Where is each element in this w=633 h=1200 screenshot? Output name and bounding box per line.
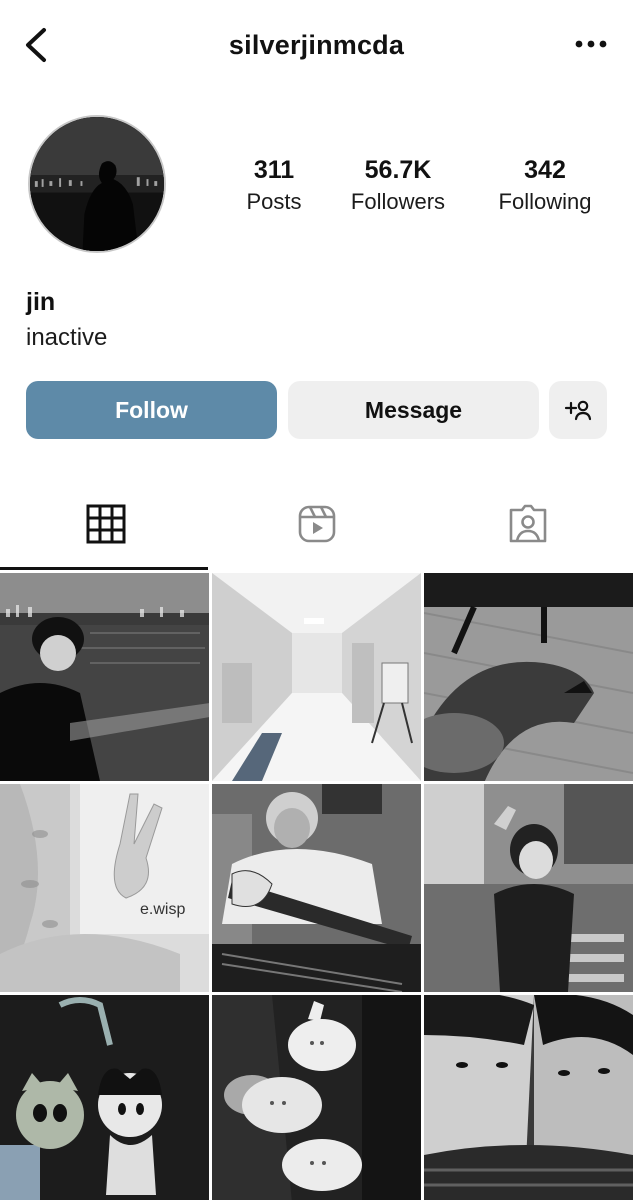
tab-tagged[interactable]: [422, 490, 633, 570]
followers-count: 56.7K: [364, 156, 432, 184]
avatar[interactable]: [28, 115, 166, 253]
post-thumbnail[interactable]: [212, 573, 421, 781]
reels-icon: [298, 505, 335, 543]
svg-text:e.wisp: e.wisp: [140, 901, 185, 918]
bio-text: inactive: [26, 324, 108, 351]
active-tab-indicator: [0, 567, 208, 570]
follow-button[interactable]: Follow: [26, 381, 277, 439]
post-thumbnail[interactable]: [212, 784, 421, 992]
profile-header: silverjinmcda: [0, 0, 633, 92]
profile-username: silverjinmcda: [228, 30, 405, 60]
following-count: 342: [524, 156, 566, 184]
add-person-button[interactable]: [549, 381, 607, 439]
profile-tabs: [0, 490, 633, 570]
post-thumbnail[interactable]: [424, 995, 633, 1200]
posts-stat[interactable]: 311 Posts: [228, 155, 320, 219]
following-stat[interactable]: 342 Following: [480, 155, 610, 219]
followers-stat[interactable]: 56.7K Followers: [336, 155, 460, 219]
profile-stats: 311 Posts 56.7K Followers 342 Following: [228, 155, 618, 225]
followers-label: Followers: [350, 189, 446, 214]
tagged-icon: [509, 504, 546, 543]
more-horizontal-icon[interactable]: [573, 32, 609, 56]
post-thumbnail[interactable]: [212, 995, 421, 1200]
post-thumbnail[interactable]: [0, 573, 209, 781]
post-thumbnail[interactable]: [424, 784, 633, 992]
message-button[interactable]: Message: [288, 381, 539, 439]
following-label: Following: [498, 189, 592, 214]
post-thumbnail[interactable]: e.wisp: [0, 784, 209, 992]
posts-grid: e.wisp: [0, 573, 633, 1200]
posts-label: Posts: [246, 189, 302, 214]
tab-reels[interactable]: [211, 490, 422, 570]
display-name: jin: [26, 288, 56, 316]
post-thumbnail[interactable]: [424, 573, 633, 781]
posts-count: 311: [253, 156, 295, 184]
tab-posts-grid[interactable]: [0, 490, 211, 570]
grid-icon: [86, 504, 125, 544]
add-person-icon: [564, 400, 592, 421]
post-thumbnail[interactable]: [0, 995, 209, 1200]
